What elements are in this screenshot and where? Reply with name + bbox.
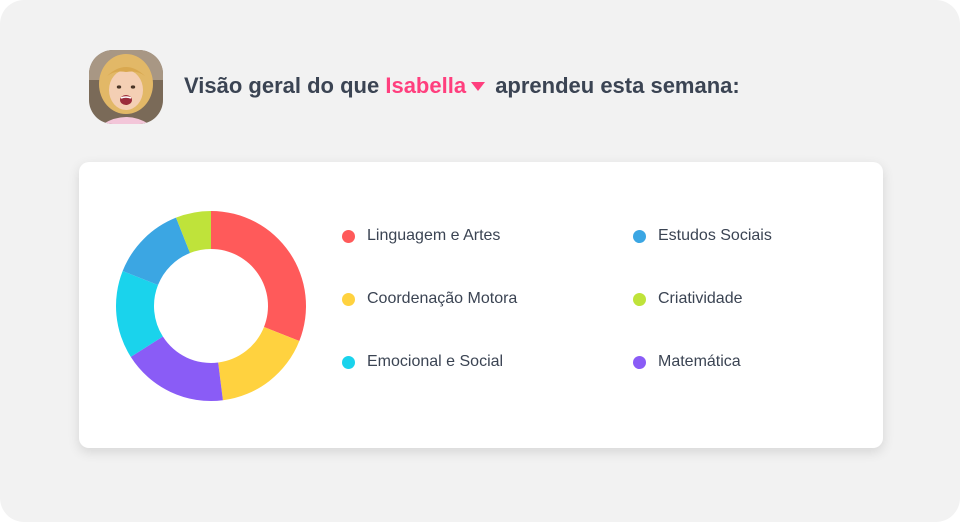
donut-slice-linguagem-e-artes bbox=[211, 211, 306, 341]
legend-item-matematica: Matemática bbox=[633, 350, 741, 374]
donut-slice-estudos-sociais bbox=[122, 217, 191, 286]
headline-prefix: Visão geral do que bbox=[184, 73, 380, 98]
app-frame: Visão geral do que Isabella aprendeu est… bbox=[0, 0, 960, 522]
learning-donut-chart bbox=[116, 211, 306, 401]
child-selector[interactable]: Isabella bbox=[385, 73, 466, 98]
legend-label: Linguagem e Artes bbox=[367, 227, 501, 244]
legend-label: Coordenação Motora bbox=[367, 290, 518, 307]
headline-suffix: aprendeu esta semana: bbox=[495, 73, 740, 98]
legend-item-criatividade: Criatividade bbox=[633, 287, 742, 311]
legend-dot bbox=[342, 292, 355, 306]
legend-item-linguagem-e-artes: Linguagem e Artes bbox=[342, 224, 500, 248]
legend-item-emocional-e-social: Emocional e Social bbox=[342, 350, 503, 374]
donut-slice-coordenação-motora bbox=[218, 326, 300, 401]
legend-item-coordenacao-motora: Coordenação Motora bbox=[342, 287, 517, 311]
child-photo bbox=[89, 50, 163, 124]
legend-dot bbox=[633, 229, 646, 243]
legend-label: Criatividade bbox=[658, 290, 743, 307]
legend-dot bbox=[342, 229, 355, 243]
legend-label: Emocional e Social bbox=[367, 353, 504, 370]
legend-item-estudos-sociais: Estudos Sociais bbox=[633, 224, 772, 248]
legend-label: Estudos Sociais bbox=[658, 227, 772, 244]
child-avatar[interactable] bbox=[89, 50, 163, 124]
legend-dot bbox=[342, 355, 355, 369]
caret-down-icon[interactable] bbox=[471, 81, 486, 91]
legend-dot bbox=[633, 355, 646, 369]
overview-headline: Visão geral do que Isabella aprendeu est… bbox=[184, 70, 740, 102]
legend-dot bbox=[633, 292, 646, 306]
legend-label: Matemática bbox=[658, 353, 741, 370]
